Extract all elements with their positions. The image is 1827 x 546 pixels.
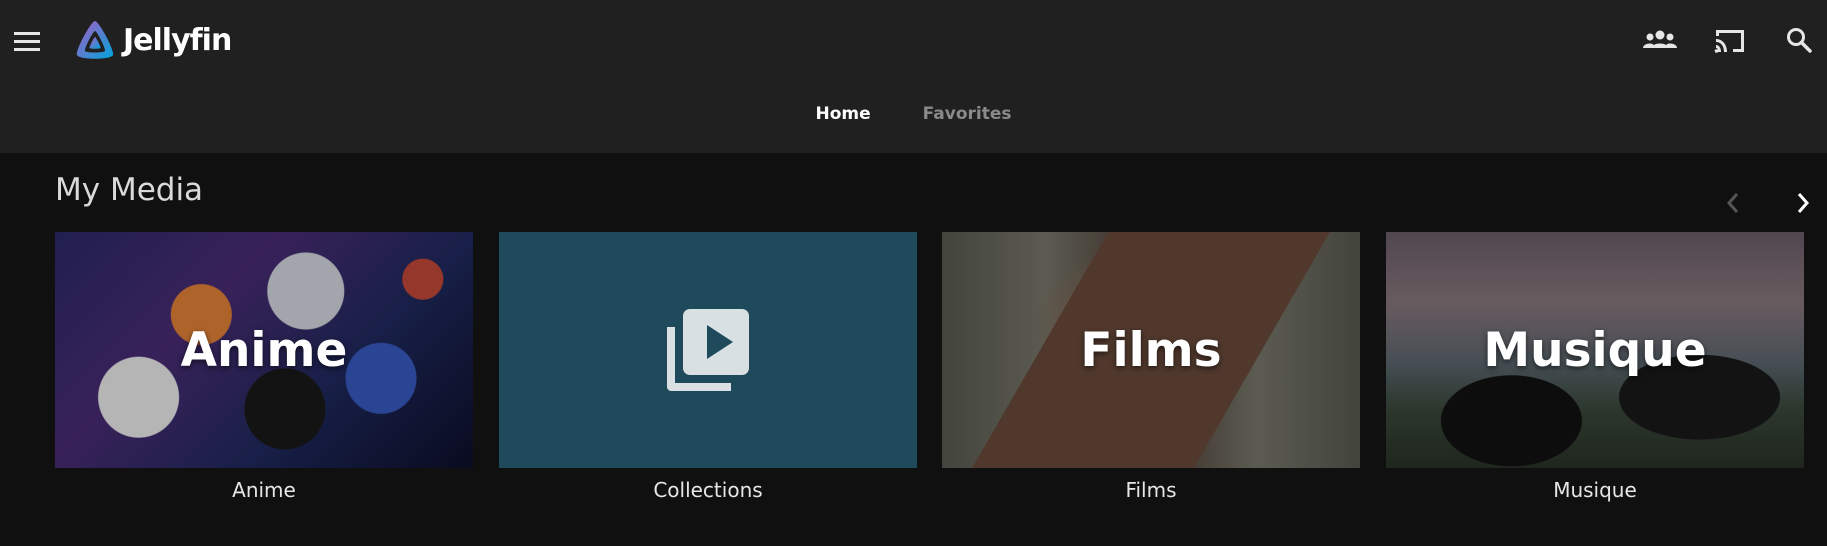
library-label[interactable]: Anime — [55, 478, 473, 502]
jellyfin-logo-icon — [76, 21, 114, 59]
users-icon — [1643, 30, 1677, 48]
chevron-right-icon — [1797, 193, 1810, 213]
app-name: Jellyfin — [123, 22, 232, 58]
library-overlay-title: Films — [1080, 322, 1222, 378]
library-overlay-title: Anime — [180, 322, 348, 378]
chevron-left-icon — [1726, 193, 1739, 213]
tab-home[interactable]: Home — [816, 104, 871, 124]
library-card-anime[interactable]: Anime Anime — [55, 232, 473, 502]
scroll-left-button[interactable] — [1718, 188, 1748, 218]
search-icon — [1787, 28, 1812, 53]
library-label[interactable]: Films — [942, 478, 1360, 502]
library-card-musique[interactable]: Musique Musique — [1386, 232, 1804, 502]
menu-button[interactable] — [10, 24, 44, 58]
cast-button[interactable] — [1710, 20, 1750, 60]
app-logo[interactable]: Jellyfin — [73, 18, 232, 62]
library-card-films[interactable]: Films Films — [942, 232, 1360, 502]
tab-favorites[interactable]: Favorites — [923, 104, 1012, 124]
header: Jellyfin Home Favorites — [0, 0, 1827, 153]
search-button[interactable] — [1779, 20, 1819, 60]
video-library-icon — [667, 309, 749, 391]
section-title: My Media — [55, 172, 204, 208]
library-label[interactable]: Musique — [1386, 478, 1804, 502]
cast-icon — [1714, 30, 1744, 53]
library-overlay-title: Musique — [1483, 322, 1707, 378]
library-label[interactable]: Collections — [499, 478, 917, 502]
library-image-films[interactable]: Films — [942, 232, 1360, 468]
menu-icon — [14, 32, 40, 51]
users-button[interactable] — [1640, 20, 1680, 60]
scroll-right-button[interactable] — [1788, 188, 1818, 218]
tab-bar: Home Favorites — [0, 104, 1827, 124]
library-image-collections[interactable] — [499, 232, 917, 468]
library-image-musique[interactable]: Musique — [1386, 232, 1804, 468]
library-card-collections[interactable]: Collections — [499, 232, 917, 502]
library-image-anime[interactable]: Anime — [55, 232, 473, 468]
